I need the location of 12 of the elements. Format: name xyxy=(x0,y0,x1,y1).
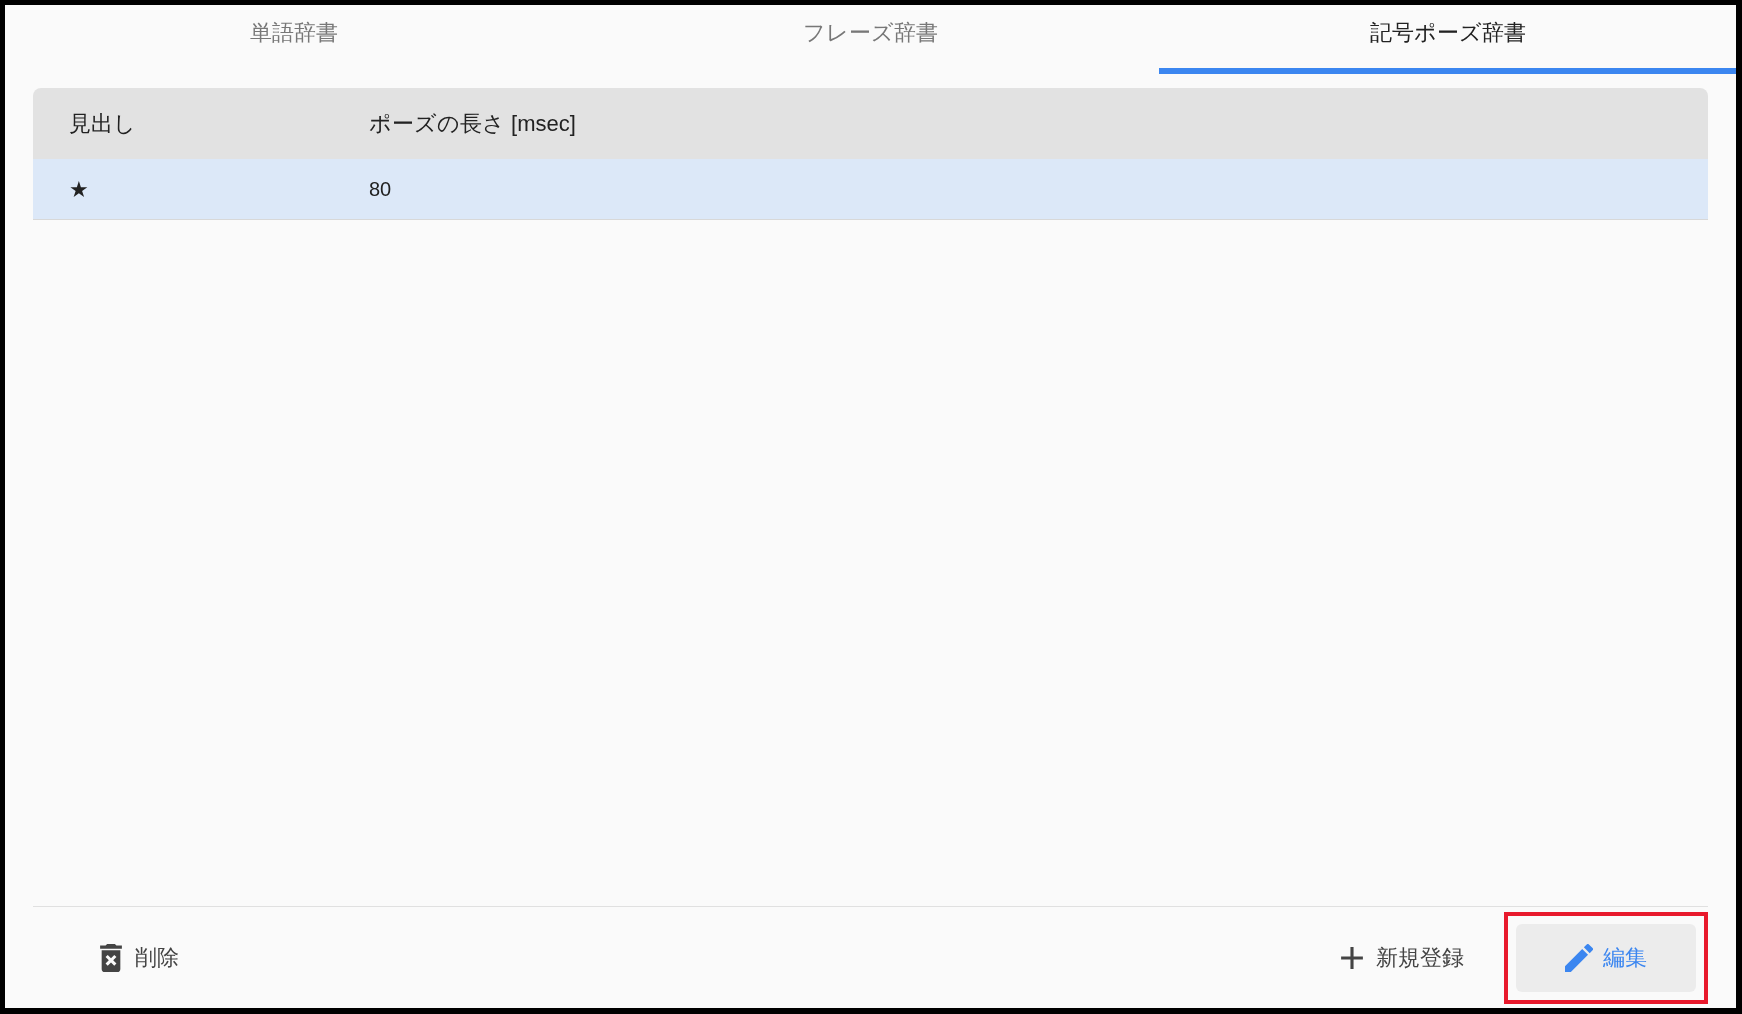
column-header: 見出し xyxy=(69,110,137,138)
delete-button[interactable]: 削除 xyxy=(77,923,199,992)
pencil-icon xyxy=(1565,943,1593,972)
trash-icon xyxy=(97,943,125,972)
tab[interactable]: フレーズ辞書 xyxy=(582,5,1159,74)
table-cell-text: ★ xyxy=(69,175,90,204)
table-row[interactable]: ★ 80 xyxy=(33,159,1708,220)
tab[interactable]: 記号ポーズ辞書 xyxy=(1159,5,1736,74)
column-header: ポーズの長さ [msec] xyxy=(369,110,576,138)
table-cell-text: 80 xyxy=(369,177,392,202)
tab[interactable]: 単語辞書 xyxy=(5,5,582,74)
add-button[interactable]: 新規登録 xyxy=(1318,923,1484,992)
